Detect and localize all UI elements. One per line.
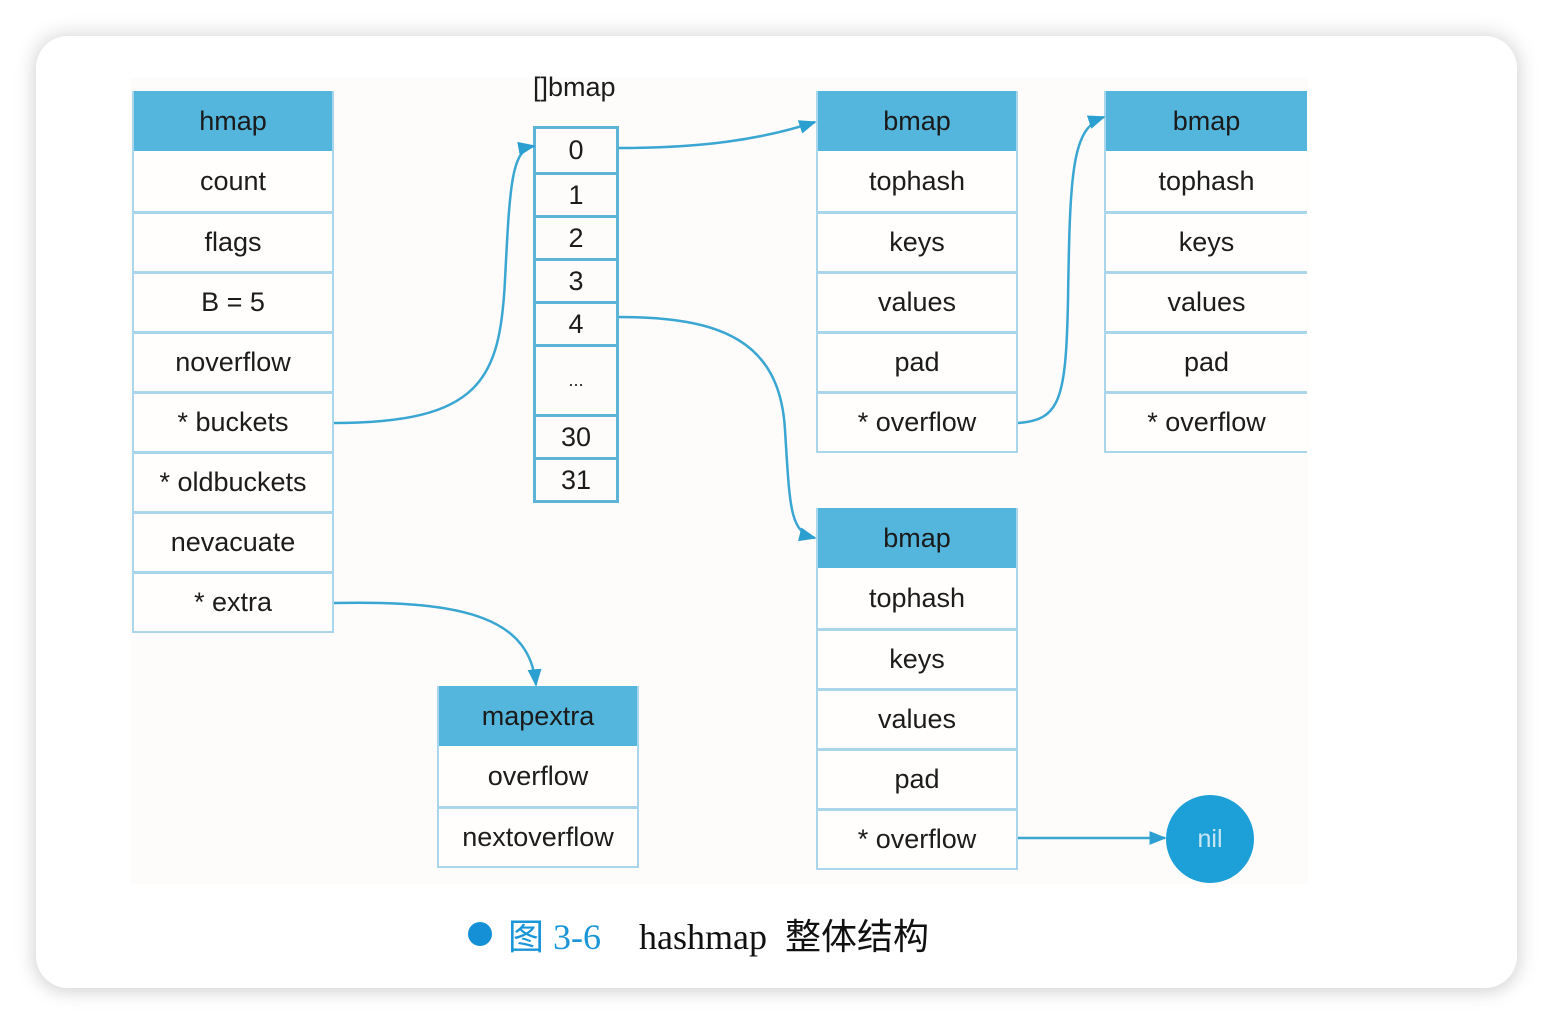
bmap-field-pad: pad [818,331,1016,391]
bucket-cell-1: 1 [536,172,616,215]
bucket-cell-2: 2 [536,215,616,258]
bmap-field-keys: keys [1106,211,1307,271]
mapextra-field-nextoverflow: nextoverflow [439,806,637,866]
bmap-struct-top-right: bmap tophash keys values pad * overflow [1104,91,1307,453]
bmap-header: bmap [818,91,1016,151]
bmap-field-pad: pad [1106,331,1307,391]
bmap-field-values: values [1106,271,1307,331]
mapextra-field-overflow: overflow [487,760,589,791]
bmap-struct-top-left: bmap tophash keys values pad * overflow [816,91,1018,453]
nil-node: nil [1166,795,1254,883]
hmap-field-oldbuckets: * oldbuckets [134,451,332,511]
bucket-cell-0: 0 [568,135,584,165]
bmap-field-keys: keys [818,628,1016,688]
mapextra-struct: mapextra overflow nextoverflow [437,686,639,868]
hmap-field-nevacuate: nevacuate [134,511,332,571]
bmap-header: bmap [818,508,1016,568]
bmap-field-tophash: tophash [868,582,966,613]
bmap-struct-bottom: bmap tophash keys values pad * overflow [816,508,1018,870]
figure-title: hashmap 整体结构 [639,917,929,957]
hmap-field-count: count [199,165,267,196]
bmap-field-overflow: * overflow [818,808,1016,868]
bucket-cell-ellipsis: ... [536,344,616,414]
hmap-struct: hmap count flags B = 5 noverflow * bucke… [132,91,334,633]
hmap-field-buckets: * buckets [134,391,332,451]
bmap-field-pad: pad [818,748,1016,808]
bucket-cell-4: 4 [536,301,616,344]
bmap-header: bmap [1106,91,1307,151]
bmap-field-values: values [818,271,1016,331]
bmap-field-tophash: tophash [868,165,966,196]
bucket-array: 0 1 2 3 4 ... 30 31 [533,126,619,503]
bucket-cell-30: 30 [536,414,616,457]
bullet-dot-icon [468,922,492,946]
figure-number: 图 3-6 [508,917,601,957]
hmap-field-extra: * extra [134,571,332,631]
bmap-field-overflow: * overflow [818,391,1016,451]
mapextra-header: mapextra [439,686,637,746]
bmap-field-tophash: tophash [1158,165,1255,196]
hmap-field-flags: flags [134,211,332,271]
bmap-field-keys: keys [818,211,1016,271]
bucket-array-title: []bmap [533,72,616,102]
bmap-field-values: values [818,688,1016,748]
hmap-field-b: B = 5 [134,271,332,331]
bucket-cell-3: 3 [536,258,616,301]
bmap-field-overflow: * overflow [1106,391,1307,451]
hmap-field-noverflow: noverflow [134,331,332,391]
figure-caption: 图 3-6 hashmap 整体结构 [468,908,929,960]
hmap-header: hmap [134,91,332,151]
bucket-cell-31: 31 [536,457,616,500]
